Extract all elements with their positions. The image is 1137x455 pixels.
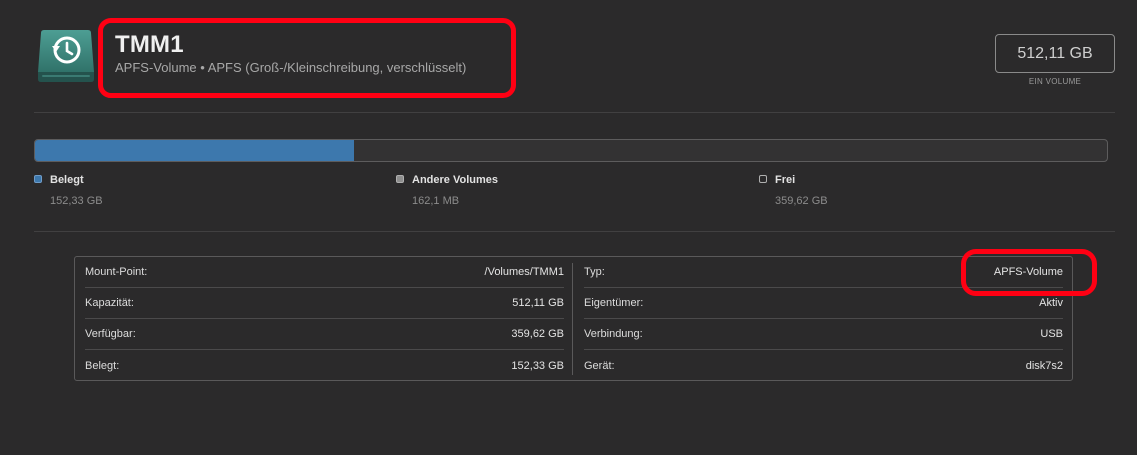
info-value: /Volumes/TMM1 [484, 266, 564, 278]
volume-info-table: Mount-Point: /Volumes/TMM1 Kapazität: 51… [74, 256, 1073, 381]
info-value: Aktiv [1039, 297, 1063, 309]
info-label: Typ: [584, 266, 605, 278]
capacity-box: 512,11 GB [995, 34, 1115, 73]
usage-divider [34, 231, 1115, 232]
legend-used-value: 152,33 GB [50, 195, 103, 207]
type-highlight-annotation [961, 249, 1097, 296]
legend-free-swatch [759, 175, 767, 183]
info-label: Eigentümer: [584, 297, 644, 309]
header-divider [34, 112, 1115, 113]
disk-utility-volume-panel: TMM1 APFS-Volume • APFS (Groß-/Kleinschr… [0, 0, 1137, 455]
legend-other-value: 162,1 MB [412, 195, 460, 207]
info-value: USB [1040, 328, 1063, 340]
info-row-device: Gerät: disk7s2 [584, 350, 1063, 381]
info-label: Verbindung: [584, 328, 643, 340]
usage-bar-used-fill [35, 140, 354, 161]
legend-free-value: 359,62 GB [775, 195, 828, 207]
info-value: 359,62 GB [511, 328, 564, 340]
info-label: Mount-Point: [85, 266, 148, 278]
info-label: Verfügbar: [85, 328, 136, 340]
info-label: Belegt: [85, 359, 120, 372]
info-row-connection: Verbindung: USB [584, 319, 1063, 350]
info-row-mount-point: Mount-Point: /Volumes/TMM1 [85, 257, 564, 288]
info-label: Kapazität: [85, 297, 134, 309]
info-value: 512,11 GB [512, 297, 564, 309]
capacity-value: 512,11 GB [1017, 44, 1093, 62]
title-highlight-annotation [98, 18, 516, 98]
capacity-caption: EIN VOLUME [1028, 77, 1082, 86]
legend-used-swatch [34, 175, 42, 183]
usage-bar [34, 139, 1108, 162]
time-machine-drive-icon [36, 26, 96, 86]
legend-other-swatch [396, 175, 404, 183]
info-value: 152,33 GB [511, 359, 564, 372]
legend-other-label: Andere Volumes [412, 174, 498, 186]
legend-used-label: Belegt [50, 174, 84, 186]
info-label: Gerät: [584, 359, 615, 372]
info-column-separator [572, 263, 573, 375]
info-value: disk7s2 [1025, 359, 1063, 372]
info-row-used: Belegt: 152,33 GB [85, 350, 564, 381]
info-row-capacity: Kapazität: 512,11 GB [85, 288, 564, 319]
info-row-available: Verfügbar: 359,62 GB [85, 319, 564, 350]
legend-free-label: Frei [775, 174, 796, 186]
